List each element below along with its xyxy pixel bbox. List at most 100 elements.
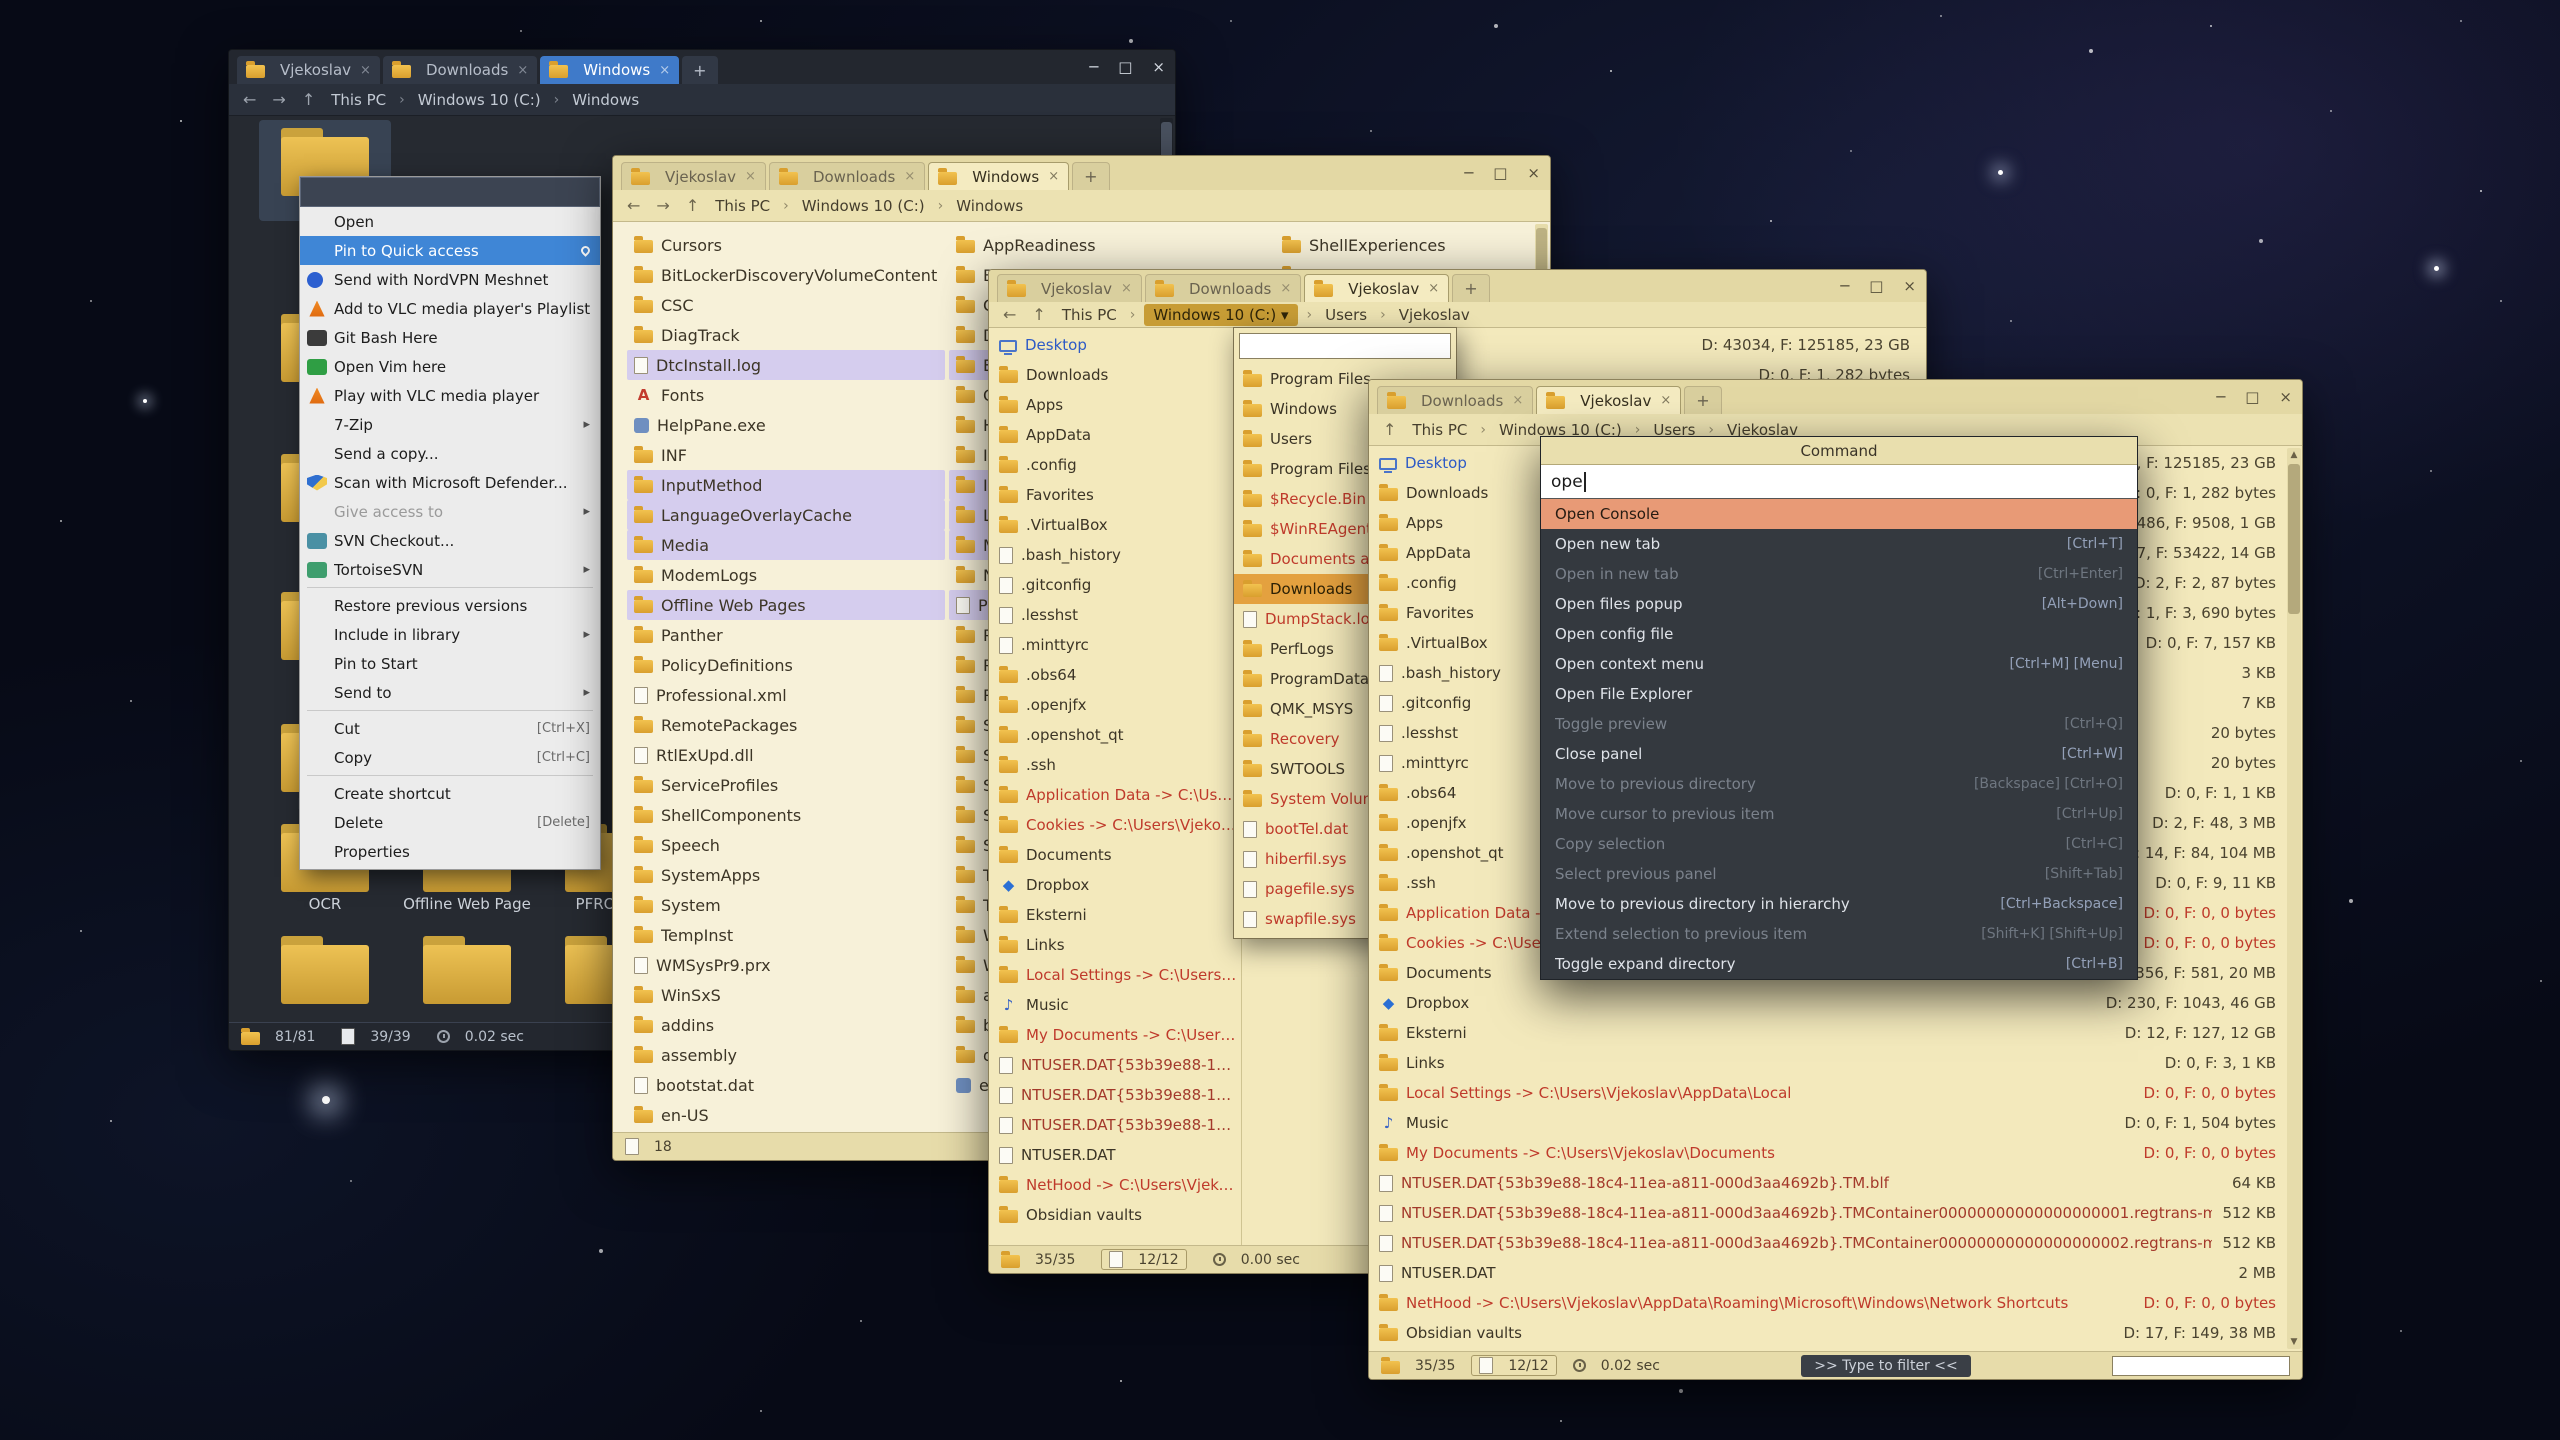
file-item-shellcomponents[interactable]: ShellComponents — [627, 800, 945, 830]
menu-item-7-zip[interactable]: 7-Zip▸ — [300, 410, 600, 439]
file-row-ntuser-dat[interactable]: NTUSER.DAT2 MB — [1369, 1258, 2286, 1288]
tab-close-icon[interactable]: × — [659, 63, 670, 78]
sidebar-item-ntuser-dat[interactable]: NTUSER.DAT — [989, 1140, 1241, 1170]
command-item-open-new-tab[interactable]: Open new tab[Ctrl+T] — [1541, 529, 2137, 559]
sidebar-item-apps[interactable]: Apps — [989, 390, 1241, 420]
file-item-assembly[interactable]: assembly — [627, 1040, 945, 1070]
titlebar[interactable]: Vjekoslav×Downloads×Vjekoslav×+ ─□× — [989, 270, 1926, 302]
file-item-inputmethod[interactable]: InputMethod — [627, 470, 945, 500]
file-item-shellexperiences[interactable]: ShellExperiences — [1275, 230, 1547, 260]
file-item-languageoverlaycache[interactable]: LanguageOverlayCache — [627, 500, 945, 530]
titlebar[interactable]: Downloads×Vjekoslav×+ ─□× — [1369, 380, 2302, 414]
sidebar-item-minttyrc[interactable]: .minttyrc — [989, 630, 1241, 660]
file-item-addins[interactable]: addins — [627, 1010, 945, 1040]
breadcrumb-this-pc[interactable]: This PC — [1058, 305, 1121, 325]
breadcrumb-windows[interactable]: Windows — [952, 196, 1027, 216]
file-row-links[interactable]: LinksD: 0, F: 3, 1 KB — [1369, 1048, 2286, 1078]
tab-downloads[interactable]: Downloads× — [383, 56, 537, 84]
file-item-policydefinitions[interactable]: PolicyDefinitions — [627, 650, 945, 680]
tab-downloads[interactable]: Downloads× — [1145, 274, 1301, 302]
rename-input[interactable] — [300, 177, 600, 207]
menu-item-svn-checkout[interactable]: SVN Checkout... — [300, 526, 600, 555]
sidebar-item-local-settings[interactable]: Local Settings -> C:\Users\Vjekoslav\App… — [989, 960, 1241, 990]
sidebar-item-cookies[interactable]: Cookies -> C:\Users\Vjekosla... — [989, 810, 1241, 840]
sidebar-item-favorites[interactable]: Favorites — [989, 480, 1241, 510]
nav-up-button[interactable]: ↑ — [1381, 420, 1398, 439]
file-row-ntuser-dat-53b39e88-18c4-11ea-a811-000d3aa4692b-tmcontainer00000000000000000001-regtrans-ms[interactable]: NTUSER.DAT{53b39e88-18c4-11ea-a811-000d3… — [1369, 1198, 2286, 1228]
tab-close-icon[interactable]: × — [1280, 281, 1291, 296]
command-item-open-console[interactable]: Open Console — [1541, 499, 2137, 529]
file-item-professional-xml[interactable]: Professional.xml — [627, 680, 945, 710]
sidebar-item-desktop[interactable]: Desktop — [989, 330, 1241, 360]
file-item-speech[interactable]: Speech — [627, 830, 945, 860]
tab-vjekoslav[interactable]: Vjekoslav× — [237, 56, 380, 84]
file-item-system[interactable]: System — [627, 890, 945, 920]
folder-tile[interactable] — [259, 928, 391, 1022]
window-maximize-button[interactable]: □ — [1869, 277, 1883, 295]
command-item-copy-selection[interactable]: Copy selection[Ctrl+C] — [1541, 829, 2137, 859]
menu-item-create-shortcut[interactable]: Create shortcut — [300, 779, 600, 808]
new-tab-button[interactable]: + — [682, 56, 717, 84]
sidebar-item-config[interactable]: .config — [989, 450, 1241, 480]
menu-item-cut[interactable]: Cut[Ctrl+X] — [300, 714, 600, 743]
breadcrumb-windows-10-c[interactable]: Windows 10 (C:) ▾ — [1144, 304, 1297, 326]
sidebar-item-bash-history[interactable]: .bash_history — [989, 540, 1241, 570]
sidebar-item-downloads[interactable]: Downloads — [989, 360, 1241, 390]
window-close-button[interactable]: × — [1903, 277, 1916, 295]
palette-search-input[interactable]: ope — [1541, 465, 2137, 499]
breadcrumb-users[interactable]: Users — [1321, 305, 1371, 325]
scrollbar[interactable]: ▲ ▼ — [2287, 448, 2301, 1349]
new-tab-button[interactable]: + — [1684, 386, 1721, 414]
breadcrumb-this-pc[interactable]: This PC — [327, 90, 390, 110]
file-item-cursors[interactable]: Cursors — [627, 230, 945, 260]
file-item-wmsyspr9-prx[interactable]: WMSysPr9.prx — [627, 950, 945, 980]
tab-close-icon[interactable]: × — [1428, 281, 1439, 296]
tab-close-icon[interactable]: × — [904, 169, 915, 184]
file-item-en-us[interactable]: en-US — [627, 1100, 945, 1130]
menu-item-open-vim-here[interactable]: Open Vim here — [300, 352, 600, 381]
menu-item-add-to-vlc-media-player-s-playlist[interactable]: Add to VLC media player's Playlist — [300, 294, 600, 323]
nav-back-button[interactable]: ← — [1001, 305, 1018, 324]
file-item-tempinst[interactable]: TempInst — [627, 920, 945, 950]
menu-item-properties[interactable]: Properties — [300, 837, 600, 866]
command-item-move-to-previous-directory[interactable]: Move to previous directory[Backspace] [C… — [1541, 769, 2137, 799]
file-item-helppane-exe[interactable]: HelpPane.exe — [627, 410, 945, 440]
breadcrumb-windows[interactable]: Windows — [568, 90, 643, 110]
file-item-inf[interactable]: INF — [627, 440, 945, 470]
tab-close-icon[interactable]: × — [1048, 169, 1059, 184]
file-row-eksterni[interactable]: EksterniD: 12, F: 127, 12 GB — [1369, 1018, 2286, 1048]
window-close-button[interactable]: × — [1152, 58, 1165, 76]
window-minimize-button[interactable]: ─ — [1464, 164, 1473, 182]
tab-vjekoslav[interactable]: Vjekoslav× — [621, 162, 766, 190]
file-row-music[interactable]: ♪MusicD: 0, F: 1, 504 bytes — [1369, 1108, 2286, 1138]
folder-tile[interactable] — [401, 928, 533, 1022]
scrollbar-thumb[interactable] — [2288, 464, 2300, 614]
sidebar-item-openjfx[interactable]: .openjfx — [989, 690, 1241, 720]
menu-item-tortoisesvn[interactable]: TortoiseSVN▸ — [300, 555, 600, 584]
window-minimize-button[interactable]: ─ — [2216, 388, 2225, 406]
file-item-dtcinstall-log[interactable]: DtcInstall.log — [627, 350, 945, 380]
sidebar-item-application-data[interactable]: Application Data -> C:\Users\Vjeko... — [989, 780, 1241, 810]
command-item-toggle-preview[interactable]: Toggle preview[Ctrl+Q] — [1541, 709, 2137, 739]
file-row-dropbox[interactable]: ◆DropboxD: 230, F: 1043, 46 GB — [1369, 988, 2286, 1018]
breadcrumb-windows-10-c[interactable]: Windows 10 (C:) — [414, 90, 545, 110]
nav-back-button[interactable]: ← — [241, 90, 258, 109]
tab-windows[interactable]: Windows× — [928, 162, 1069, 190]
command-item-open-files-popup[interactable]: Open files popup[Alt+Down] — [1541, 589, 2137, 619]
menu-item-send-a-copy[interactable]: Send a copy... — [300, 439, 600, 468]
dropdown-filter-input[interactable] — [1239, 333, 1451, 359]
command-item-extend-selection-to-previous-item[interactable]: Extend selection to previous item[Shift+… — [1541, 919, 2137, 949]
file-item-media[interactable]: Media — [627, 530, 945, 560]
nav-up-button[interactable]: ↑ — [300, 90, 317, 109]
menu-item-open[interactable]: Open — [300, 207, 600, 236]
window-maximize-button[interactable]: □ — [1493, 164, 1507, 182]
sidebar-item-eksterni[interactable]: Eksterni — [989, 900, 1241, 930]
window-maximize-button[interactable]: □ — [2245, 388, 2259, 406]
new-tab-button[interactable]: + — [1072, 162, 1109, 190]
window-minimize-button[interactable]: ─ — [1840, 277, 1849, 295]
file-item-winsxs[interactable]: WinSxS — [627, 980, 945, 1010]
menu-item-copy[interactable]: Copy[Ctrl+C] — [300, 743, 600, 772]
tab-close-icon[interactable]: × — [517, 63, 528, 78]
scroll-up-icon[interactable]: ▲ — [2287, 448, 2301, 462]
tab-vjekoslav[interactable]: Vjekoslav× — [1304, 274, 1449, 302]
